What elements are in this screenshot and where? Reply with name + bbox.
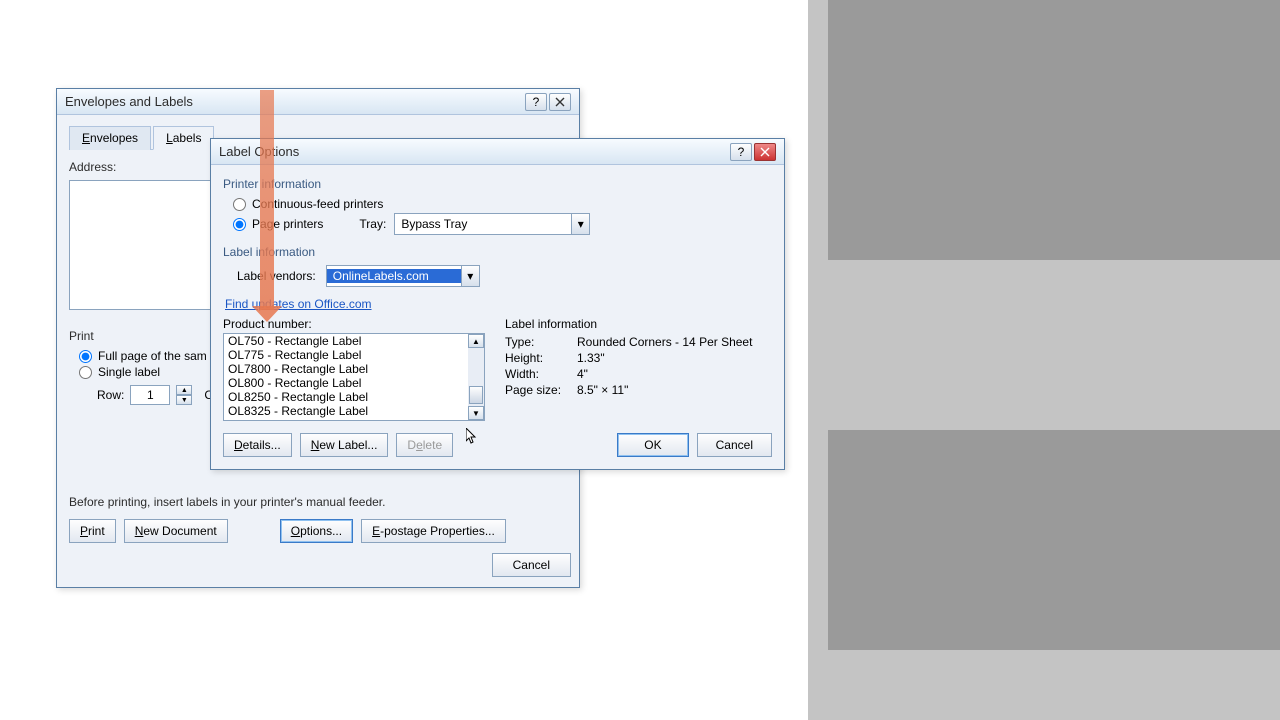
dialog-titlebar: Envelopes and Labels ? <box>57 89 579 115</box>
printer-note: Before printing, insert labels in your p… <box>69 495 385 509</box>
cancel-button-options[interactable]: Cancel <box>697 433 772 457</box>
info-width-val: 4" <box>577 367 752 381</box>
scroll-up-icon[interactable]: ▲ <box>468 334 484 348</box>
list-item[interactable]: OL8325 - Rectangle Label <box>224 404 468 418</box>
right-panel-top <box>828 0 1280 260</box>
delete-button: Delete <box>396 433 453 457</box>
close-icon <box>760 147 770 157</box>
options-button[interactable]: Options... <box>280 519 353 543</box>
cancel-button[interactable]: Cancel <box>492 553 571 577</box>
tray-label: Tray: <box>359 217 386 231</box>
vendors-select[interactable]: OnlineLabels.com ▾ <box>326 265 480 287</box>
right-panel-bottom <box>828 430 1280 650</box>
help-button[interactable]: ? <box>525 93 547 111</box>
list-item[interactable]: OL8250 - Rectangle Label <box>224 390 468 404</box>
radio-single-label-text: Single label <box>98 365 160 379</box>
radio-full-page-label: Full page of the sam <box>98 349 207 363</box>
print-button[interactable]: Print <box>69 519 116 543</box>
list-item[interactable]: OL775 - Rectangle Label <box>224 348 468 362</box>
row-input[interactable] <box>130 385 170 405</box>
info-type-val: Rounded Corners - 14 Per Sheet <box>577 335 752 349</box>
vendors-value: OnlineLabels.com <box>327 269 461 283</box>
spinner-up-icon[interactable]: ▲ <box>176 385 192 395</box>
tray-select[interactable]: Bypass Tray ▾ <box>394 213 590 235</box>
label-info-heading: Label information <box>223 245 772 259</box>
radio-continuous-label: Continuous-feed printers <box>252 197 383 211</box>
product-column: Product number: OL750 - Rectangle Label … <box>223 317 485 421</box>
dialog-title-text: Envelopes and Labels <box>65 94 193 109</box>
radio-single-label[interactable] <box>79 366 92 379</box>
scroll-track[interactable] <box>468 348 484 406</box>
info-pagesize-key: Page size: <box>505 383 571 397</box>
chevron-down-icon[interactable]: ▾ <box>571 214 589 234</box>
listbox-scrollbar[interactable]: ▲ ▼ <box>468 334 484 420</box>
info-column: Label information Type: Rounded Corners … <box>505 317 752 421</box>
epostage-button[interactable]: E-postage Properties... <box>361 519 506 543</box>
find-updates-link[interactable]: Find updates on Office.com <box>225 297 372 311</box>
radio-page-printers-label: Page printers <box>252 217 323 231</box>
row-label: Row: <box>97 388 124 402</box>
product-listbox[interactable]: OL750 - Rectangle Label OL775 - Rectangl… <box>223 333 485 421</box>
product-list-items: OL750 - Rectangle Label OL775 - Rectangl… <box>224 334 468 420</box>
details-button[interactable]: Details... <box>223 433 292 457</box>
info-type-key: Type: <box>505 335 571 349</box>
radio-continuous[interactable] <box>233 198 246 211</box>
list-item[interactable]: OL800 - Rectangle Label <box>224 376 468 390</box>
help-button-options[interactable]: ? <box>730 143 752 161</box>
address-label: Address: <box>69 160 116 174</box>
scroll-thumb[interactable] <box>469 386 483 404</box>
list-item[interactable]: OL7800 - Rectangle Label <box>224 362 468 376</box>
scroll-down-icon[interactable]: ▼ <box>468 406 484 420</box>
tab-labels[interactable]: Labels <box>153 126 214 150</box>
radio-full-page[interactable] <box>79 350 92 363</box>
new-document-button[interactable]: New Document <box>124 519 228 543</box>
close-button[interactable] <box>549 93 571 111</box>
info-width-key: Width: <box>505 367 571 381</box>
tray-value: Bypass Tray <box>395 217 571 231</box>
label-info-table: Type: Rounded Corners - 14 Per Sheet Hei… <box>505 335 752 397</box>
spinner-down-icon[interactable]: ▼ <box>176 395 192 405</box>
product-number-label: Product number: <box>223 317 485 331</box>
info-pagesize-val: 8.5" × 11" <box>577 383 752 397</box>
radio-page-printers[interactable] <box>233 218 246 231</box>
ok-button[interactable]: OK <box>617 433 688 457</box>
tab-envelopes[interactable]: Envelopes <box>69 126 151 150</box>
new-label-button[interactable]: New Label... <box>300 433 389 457</box>
label-information-heading: Label information <box>505 317 752 331</box>
vendors-label: Label vendors: <box>237 269 316 283</box>
list-item[interactable]: OL750 - Rectangle Label <box>224 334 468 348</box>
row-spinner[interactable]: ▲▼ <box>176 385 192 405</box>
printer-info-heading: Printer information <box>223 177 772 191</box>
info-height-val: 1.33" <box>577 351 752 365</box>
dialog-title-text-options: Label Options <box>219 144 299 159</box>
info-height-key: Height: <box>505 351 571 365</box>
dialog-titlebar-options: Label Options ? <box>211 139 784 165</box>
options-body: Printer information Continuous-feed prin… <box>211 165 784 469</box>
close-icon <box>555 97 565 107</box>
chevron-down-icon[interactable]: ▾ <box>461 266 479 286</box>
close-button-options[interactable] <box>754 143 776 161</box>
label-options-dialog: Label Options ? Printer information Cont… <box>210 138 785 470</box>
